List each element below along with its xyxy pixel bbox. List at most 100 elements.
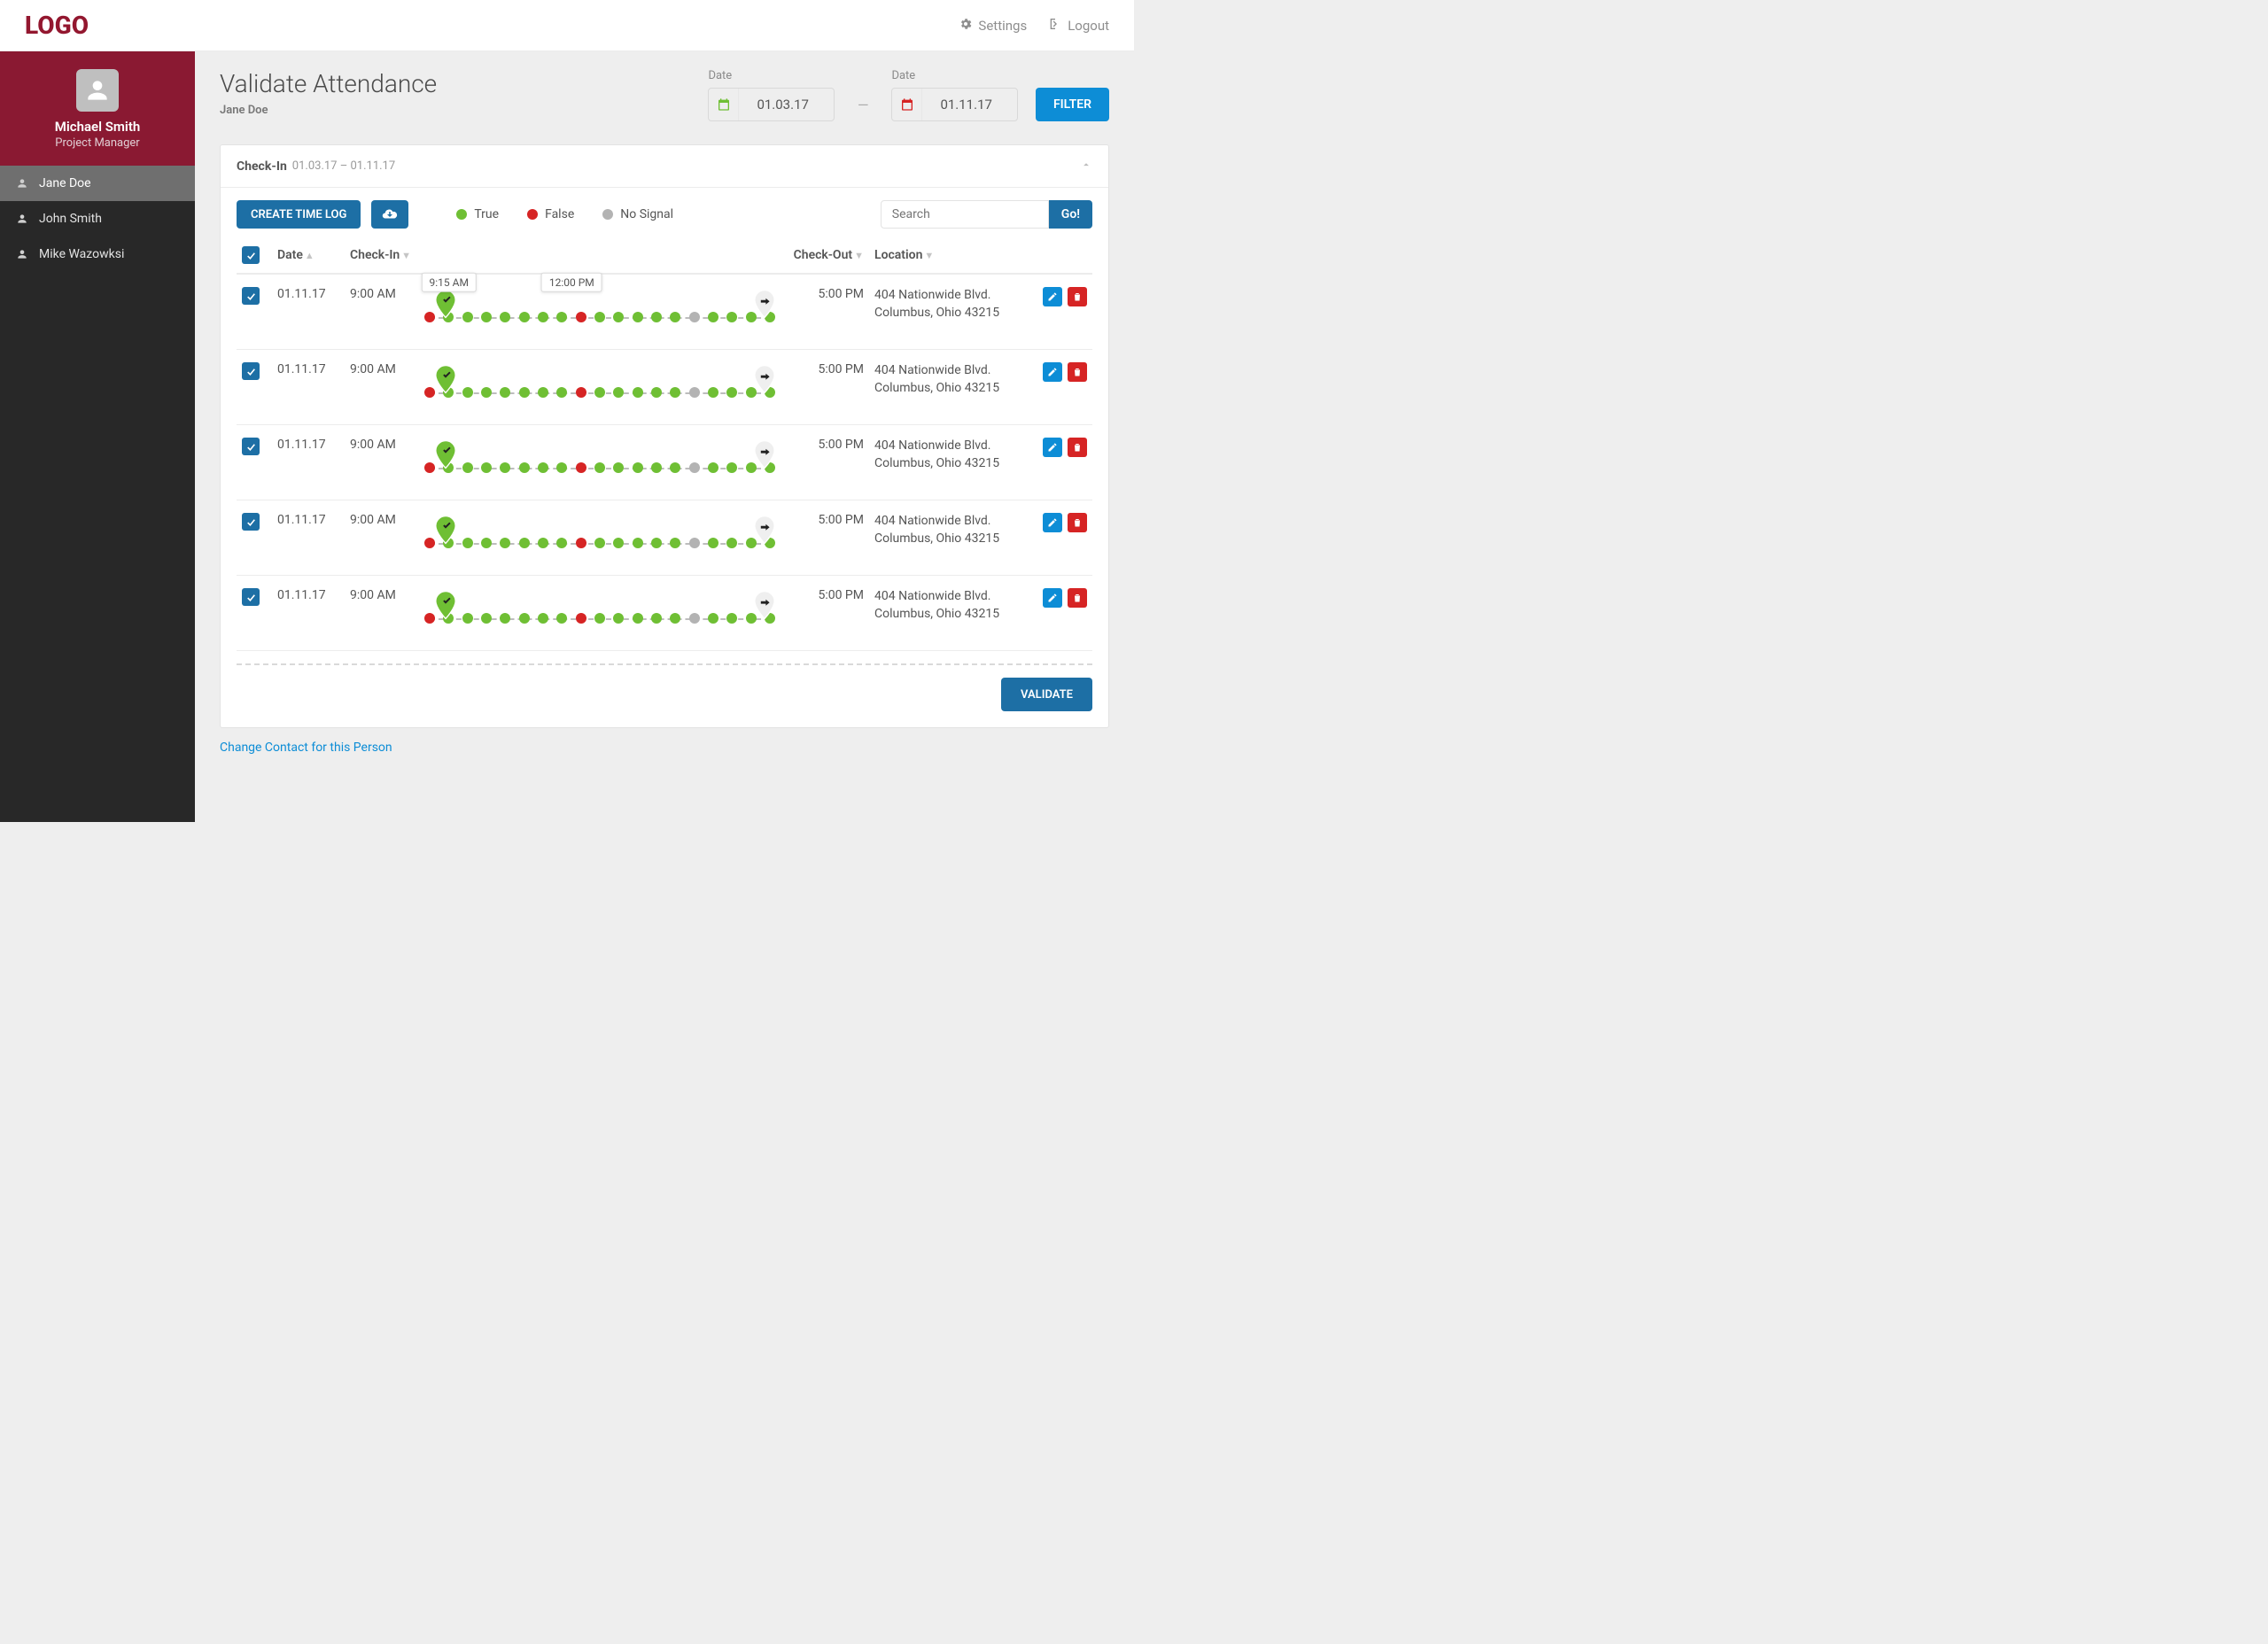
checkin-pin-icon: [433, 439, 458, 473]
logout-link[interactable]: Logout: [1048, 17, 1109, 35]
timeline-dot: [708, 538, 718, 548]
legend-nosignal: No Signal: [602, 207, 673, 221]
sort-icon: ▼: [401, 250, 411, 261]
settings-label: Settings: [978, 18, 1027, 34]
delete-button[interactable]: [1068, 588, 1087, 608]
timeline-dot: [500, 462, 510, 473]
timeline-dot: [594, 312, 605, 322]
timeline-dot: [651, 387, 662, 398]
sort-icon: ▼: [854, 250, 864, 261]
edit-button[interactable]: [1043, 588, 1062, 608]
validate-button[interactable]: VALIDATE: [1001, 678, 1092, 711]
timeline-dot: [689, 538, 700, 548]
timeline-dot: [556, 538, 567, 548]
timeline-dot: [708, 312, 718, 322]
select-all-checkbox[interactable]: [242, 246, 260, 264]
table-row: 01.11.179:00 AM5:00 PM404 Nationwide Blv…: [237, 576, 1092, 651]
row-checkbox[interactable]: [242, 588, 260, 606]
timeline-dot: [689, 387, 700, 398]
delete-button[interactable]: [1068, 362, 1087, 382]
settings-link[interactable]: Settings: [959, 17, 1027, 35]
delete-button[interactable]: [1068, 287, 1087, 306]
timeline-dot: [462, 613, 473, 624]
timeline-dot: [633, 312, 643, 322]
checkout-pin-icon: [752, 289, 777, 322]
legend-true: True: [456, 207, 499, 221]
timeline-dot: [481, 613, 492, 624]
row-checkbox[interactable]: [242, 362, 260, 380]
timeline-dot: [726, 387, 737, 398]
timeline-dot: [500, 312, 510, 322]
timeline-dot: [462, 538, 473, 548]
page-subtitle: Jane Doe: [220, 104, 437, 117]
checkin-panel: Check-In 01.03.17 – 01.11.17 CREATE TIME…: [220, 144, 1109, 728]
timeline-dot: [576, 462, 586, 473]
timeline: [424, 441, 775, 480]
timeline-dot: [613, 387, 624, 398]
col-date[interactable]: Date: [277, 248, 303, 262]
edit-button[interactable]: [1043, 438, 1062, 457]
timeline-dot: [613, 462, 624, 473]
panel-heading: Check-In: [237, 159, 287, 174]
edit-button[interactable]: [1043, 362, 1062, 382]
timeline-dot: [538, 462, 548, 473]
timeline-dot: [708, 387, 718, 398]
date-from-value: 01.03.17: [739, 97, 834, 112]
timeline-dot: [613, 613, 624, 624]
row-checkbox[interactable]: [242, 287, 260, 305]
edit-button[interactable]: [1043, 513, 1062, 532]
sidebar-item[interactable]: Mike Wazowksi: [0, 237, 195, 272]
date-from-input[interactable]: 01.03.17: [708, 88, 835, 121]
sidebar-item[interactable]: Jane Doe: [0, 166, 195, 201]
delete-button[interactable]: [1068, 513, 1087, 532]
row-checkbox[interactable]: [242, 438, 260, 455]
table-row: 01.11.179:00 AM9:15 AM12:00 PM5:00 PM404…: [237, 274, 1092, 350]
edit-button[interactable]: [1043, 287, 1062, 306]
sort-icon: ▼: [924, 250, 934, 261]
date-from-label: Date: [708, 69, 835, 82]
timeline-dot: [462, 312, 473, 322]
timeline-dot: [538, 312, 548, 322]
collapse-toggle[interactable]: [1080, 158, 1092, 174]
search-go-button[interactable]: Go!: [1049, 200, 1092, 229]
change-contact-link[interactable]: Change Contact for this Person: [220, 741, 392, 755]
cell-date: 01.11.17: [272, 274, 345, 350]
timeline-dot: [651, 462, 662, 473]
cell-checkout: 5:00 PM: [781, 274, 869, 350]
col-checkout[interactable]: Check-Out: [794, 248, 853, 262]
timeline-dot: [633, 613, 643, 624]
timeline-dot: [708, 462, 718, 473]
timeline-dot: [481, 462, 492, 473]
checkin-pin-icon: [433, 289, 458, 322]
timeline-dot: [538, 387, 548, 398]
filter-button[interactable]: FILTER: [1036, 88, 1109, 121]
table-row: 01.11.179:00 AM5:00 PM404 Nationwide Blv…: [237, 350, 1092, 425]
timeline-dot: [538, 538, 548, 548]
profile-block: Michael Smith Project Manager: [0, 51, 195, 166]
sidebar-item-label: Mike Wazowksi: [39, 247, 124, 261]
timeline-dot: [633, 462, 643, 473]
cell-checkin: 9:00 AM: [350, 588, 407, 631]
cell-checkin: 9:00 AM: [350, 438, 407, 480]
col-location[interactable]: Location: [874, 248, 922, 262]
cell-checkin: 9:00 AM: [350, 513, 407, 555]
sort-icon: ▲: [305, 250, 315, 261]
create-timelog-button[interactable]: CREATE TIME LOG: [237, 200, 361, 229]
checkin-pin-icon: [433, 515, 458, 548]
time-tooltip: 12:00 PM: [541, 273, 602, 292]
sidebar-item[interactable]: John Smith: [0, 201, 195, 237]
row-checkbox[interactable]: [242, 513, 260, 531]
logout-label: Logout: [1068, 18, 1109, 34]
timeline-dot: [594, 613, 605, 624]
download-button[interactable]: [371, 200, 408, 229]
timeline-dot: [519, 538, 530, 548]
timeline-dot: [556, 387, 567, 398]
delete-button[interactable]: [1068, 438, 1087, 457]
search-input[interactable]: [881, 200, 1049, 229]
col-checkin[interactable]: Check-In: [350, 248, 400, 262]
timeline-dot: [576, 387, 586, 398]
table-row: 01.11.179:00 AM5:00 PM404 Nationwide Blv…: [237, 425, 1092, 500]
timeline: [424, 516, 775, 555]
user-icon: [16, 177, 28, 190]
date-to-input[interactable]: 01.11.17: [891, 88, 1018, 121]
